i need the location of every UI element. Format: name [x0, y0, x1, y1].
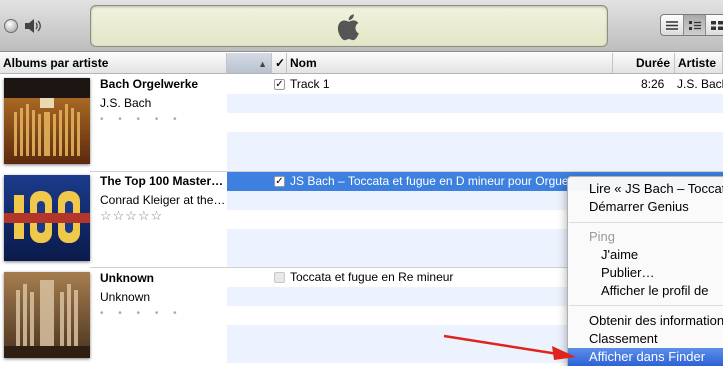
- menu-item-play[interactable]: Lire « JS Bach – Toccata: [568, 180, 723, 198]
- status-display: [90, 5, 608, 47]
- track-row[interactable]: ✓ Track 1 8:26 J.S. Bach: [227, 75, 723, 94]
- album-list: Bach Orgelwerke J.S. Bach • • • • • The …: [0, 75, 227, 366]
- context-menu: Lire « JS Bach – Toccata Démarrer Genius…: [567, 176, 723, 366]
- album-title: Unknown: [100, 271, 154, 285]
- header-checked[interactable]: ✓: [272, 53, 287, 73]
- track-duration: 8:26: [641, 77, 665, 91]
- track-checkbox[interactable]: [274, 272, 285, 283]
- album-group[interactable]: Bach Orgelwerke J.S. Bach • • • • •: [0, 75, 227, 172]
- empty-row: [227, 132, 723, 151]
- view-mode-switcher: [660, 14, 723, 36]
- menu-section-ping: Ping: [589, 229, 616, 244]
- track-artist: J.S. Bach: [677, 77, 723, 91]
- menu-item-get-info[interactable]: Obtenir des informations: [568, 312, 723, 330]
- album-artist: J.S. Bach: [100, 96, 152, 110]
- empty-row: [227, 94, 723, 113]
- header-duration[interactable]: Durée: [613, 53, 675, 73]
- menu-item-rating[interactable]: Classement: [568, 330, 723, 348]
- annotation-arrow-icon: [443, 334, 576, 360]
- apple-logo-icon: [337, 14, 359, 41]
- album-artwork: [4, 78, 90, 164]
- album-group[interactable]: The Top 100 Master… Conrad Kleiger at th…: [0, 172, 227, 269]
- header-name[interactable]: Nom: [287, 53, 613, 73]
- grid-view-button[interactable]: [706, 15, 723, 35]
- album-title: Bach Orgelwerke: [100, 77, 199, 91]
- track-name: Track 1: [290, 77, 330, 91]
- menu-item-show-in-finder[interactable]: Afficher dans Finder: [568, 348, 723, 366]
- album-rating[interactable]: • • • • •: [100, 114, 183, 125]
- column-header-row: Albums par artiste ▲ ✓ Nom Durée Artiste: [0, 53, 723, 74]
- album-list-view-button[interactable]: [683, 15, 707, 35]
- album-list-view-icon: [688, 20, 701, 30]
- sort-column-header[interactable]: ▲: [227, 53, 272, 73]
- header-albums-by-artist[interactable]: Albums par artiste: [0, 53, 227, 73]
- track-checkbox[interactable]: ✓: [274, 176, 285, 187]
- album-artist: Conrad Kleiger at the…: [100, 193, 226, 207]
- menu-item-start-genius[interactable]: Démarrer Genius: [568, 198, 723, 216]
- toolbar: [0, 0, 723, 52]
- list-view-button[interactable]: [661, 15, 684, 35]
- grid-view-icon: [711, 20, 723, 30]
- album-rating[interactable]: • • • • •: [100, 308, 183, 319]
- album-rating[interactable]: ☆☆☆☆☆: [100, 208, 163, 224]
- speaker-icon: [25, 19, 41, 33]
- track-name: Toccata et fugue en Re mineur: [290, 270, 454, 284]
- track-checkbox[interactable]: ✓: [274, 79, 285, 90]
- menu-item-publish[interactable]: Publier…: [568, 264, 723, 282]
- empty-row: [227, 151, 723, 171]
- album-group[interactable]: Unknown Unknown • • • • •: [0, 269, 227, 366]
- menu-item-like[interactable]: J'aime: [568, 246, 723, 264]
- menu-item-show-profile[interactable]: Afficher le profil de: [568, 282, 723, 300]
- list-view-icon: [665, 20, 678, 30]
- album-artwork: [4, 272, 90, 358]
- menu-separator: [569, 222, 723, 223]
- sort-ascending-icon: ▲: [258, 59, 267, 69]
- track-name: JS Bach – Toccata et fugue en D mineur p…: [290, 174, 569, 188]
- album-title: The Top 100 Master…: [100, 174, 224, 188]
- menu-separator: [569, 305, 723, 306]
- header-artist[interactable]: Artiste: [675, 53, 723, 73]
- album-artwork: [4, 175, 90, 261]
- album-artist: Unknown: [100, 290, 151, 304]
- volume-slider-knob[interactable]: [4, 19, 18, 33]
